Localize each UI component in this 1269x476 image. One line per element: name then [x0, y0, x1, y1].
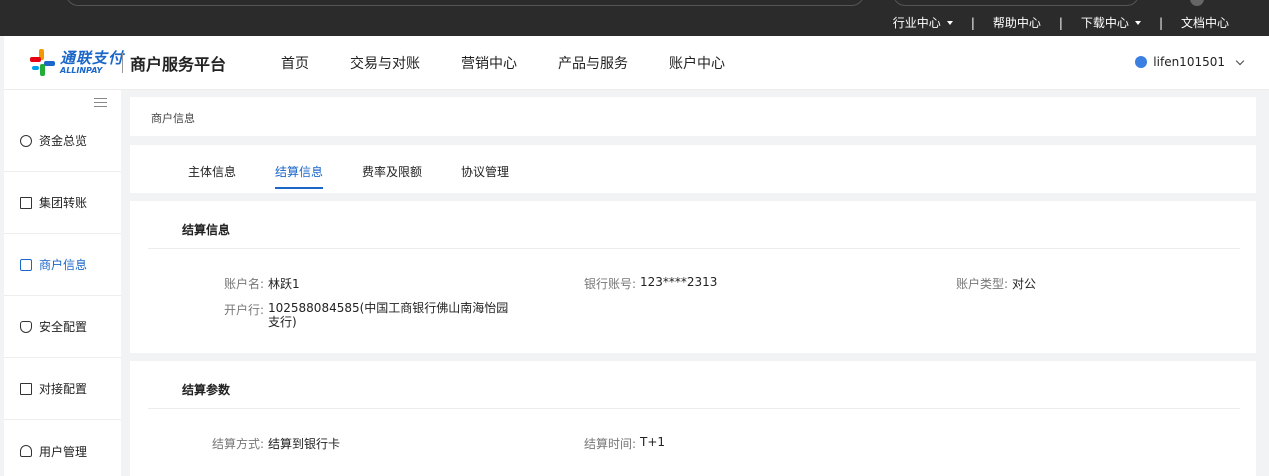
account-type-field: 账户类型: 对公 [940, 275, 1036, 292]
separator: | [1058, 15, 1063, 30]
sidebar-item-label: 对接配置 [39, 382, 88, 396]
download-center-label: 下载中心 [1080, 16, 1129, 30]
sidebar: 资金总览 集团转账 商户信息 安全配置 对接配置 用户管理 [4, 90, 121, 476]
bank-account-label: 银行账号: [583, 277, 636, 291]
docs-center-link[interactable]: 文档中心 [1181, 14, 1229, 31]
user-icon [20, 445, 32, 457]
nav-account[interactable]: 账户中心 [669, 53, 725, 73]
settlement-time-field: 结算时间: T+1 [570, 435, 665, 452]
main-nav: 首页 交易与对账 营销中心 产品与服务 账户中心 [281, 53, 766, 73]
tab-agreements[interactable]: 协议管理 [461, 163, 509, 180]
caret-down-icon [946, 21, 953, 25]
top-links: 行业中心 | 帮助中心 | 下载中心 | 文档中心 [893, 14, 1229, 31]
allinpay-logo-icon [30, 49, 56, 77]
browser-frame-fragment [893, 0, 1139, 6]
settlement-time-label: 结算时间: [583, 437, 636, 451]
chevron-down-icon [1235, 56, 1245, 65]
account-name-value: 林跃1 [268, 277, 300, 291]
bank-account-field: 银行账号: 123****2313 [570, 275, 718, 292]
nav-transactions[interactable]: 交易与对账 [350, 53, 420, 73]
top-bar: 行业中心 | 帮助中心 | 下载中心 | 文档中心 [0, 0, 1269, 36]
industry-center-link[interactable]: 行业中心 [893, 14, 953, 31]
divider [148, 248, 1240, 249]
separator: | [1158, 15, 1163, 30]
header: 通联支付 ALLINPAY 商户服务平台 首页 交易与对账 营销中心 产品与服务… [4, 36, 1269, 90]
settlement-params-section: 结算参数 结算方式: 结算到银行卡 结算时间: T+1 [130, 361, 1256, 476]
account-type-label: 账户类型: [955, 277, 1008, 291]
tabs-bar: 主体信息 结算信息 费率及限额 协议管理 [130, 145, 1256, 193]
menu-toggle-icon[interactable] [94, 98, 107, 108]
section-title: 结算信息 [182, 223, 231, 237]
account-name-label: 账户名: [223, 277, 264, 291]
download-center-link[interactable]: 下载中心 [1081, 14, 1141, 31]
user-menu[interactable]: lifen101501 [1135, 55, 1245, 69]
transfer-doc-icon [20, 196, 32, 209]
logo[interactable]: 通联支付 ALLINPAY [30, 49, 124, 77]
opening-bank-label: 开户行: [223, 303, 264, 317]
logo-cn: 通联支付 [60, 49, 125, 67]
avatar-icon [1135, 56, 1148, 68]
opening-bank-value: 102588084585(中国工商银行佛山南海怡园 支行) [268, 301, 508, 329]
opening-bank-field: 开户行: 102588084585(中国工商银行佛山南海怡园 支行) [220, 301, 508, 329]
logo-en: ALLINPAY [60, 66, 103, 75]
settlement-info-section: 结算信息 账户名: 林跃1 银行账号: 123****2313 账户类型: 对公… [130, 201, 1256, 353]
shield-icon [20, 320, 32, 333]
account-type-value: 对公 [1012, 277, 1037, 291]
logo-divider [122, 53, 123, 73]
logo-text: 通联支付 ALLINPAY [60, 51, 124, 75]
tab-entity-info[interactable]: 主体信息 [188, 163, 236, 180]
caret-down-icon [1134, 21, 1141, 25]
sidebar-item-label: 资金总览 [39, 134, 88, 148]
sidebar-item-label: 商户信息 [39, 258, 88, 272]
nav-home[interactable]: 首页 [281, 53, 309, 73]
sidebar-item-security[interactable]: 安全配置 [4, 296, 121, 358]
section-title: 结算参数 [182, 383, 231, 397]
account-name-field: 账户名: 林跃1 [220, 275, 300, 292]
separator: | [970, 15, 975, 30]
opening-bank-line: 102588084585(中国工商银行佛山南海怡园 [268, 301, 509, 315]
tab-settlement-info[interactable]: 结算信息 [275, 163, 324, 189]
nav-marketing[interactable]: 营销中心 [461, 53, 517, 73]
settlement-time-value: T+1 [640, 435, 666, 449]
opening-bank-line: 支行) [268, 315, 297, 329]
divider [148, 408, 1240, 409]
connect-icon [20, 382, 32, 395]
breadcrumb: 商户信息 [151, 112, 195, 125]
platform-title: 商户服务平台 [130, 55, 227, 74]
sidebar-item-label: 集团转账 [39, 196, 88, 210]
sidebar-item-users[interactable]: 用户管理 [4, 420, 121, 476]
sidebar-item-integration[interactable]: 对接配置 [4, 358, 121, 420]
settlement-method-field: 结算方式: 结算到银行卡 [200, 435, 340, 452]
help-center-link[interactable]: 帮助中心 [993, 14, 1041, 31]
bank-account-value: 123****2313 [640, 275, 718, 289]
browser-dot [1190, 0, 1204, 6]
username: lifen101501 [1153, 55, 1225, 69]
clock-icon [20, 134, 32, 147]
industry-center-label: 行业中心 [892, 16, 941, 30]
tab-rates-limits[interactable]: 费率及限额 [362, 163, 422, 180]
sidebar-item-group-transfer[interactable]: 集团转账 [4, 172, 121, 234]
browser-frame-fragment [66, 0, 864, 6]
sidebar-item-label: 用户管理 [39, 444, 88, 459]
sidebar-item-label: 安全配置 [39, 320, 88, 334]
settlement-method-label: 结算方式: [211, 437, 264, 451]
breadcrumb-card: 商户信息 [130, 97, 1256, 136]
sidebar-item-merchant-info[interactable]: 商户信息 [4, 234, 121, 296]
nav-products[interactable]: 产品与服务 [558, 53, 628, 73]
settlement-method-value: 结算到银行卡 [268, 437, 341, 451]
sidebar-item-funds-overview[interactable]: 资金总览 [4, 110, 121, 172]
merchant-icon [20, 258, 32, 271]
